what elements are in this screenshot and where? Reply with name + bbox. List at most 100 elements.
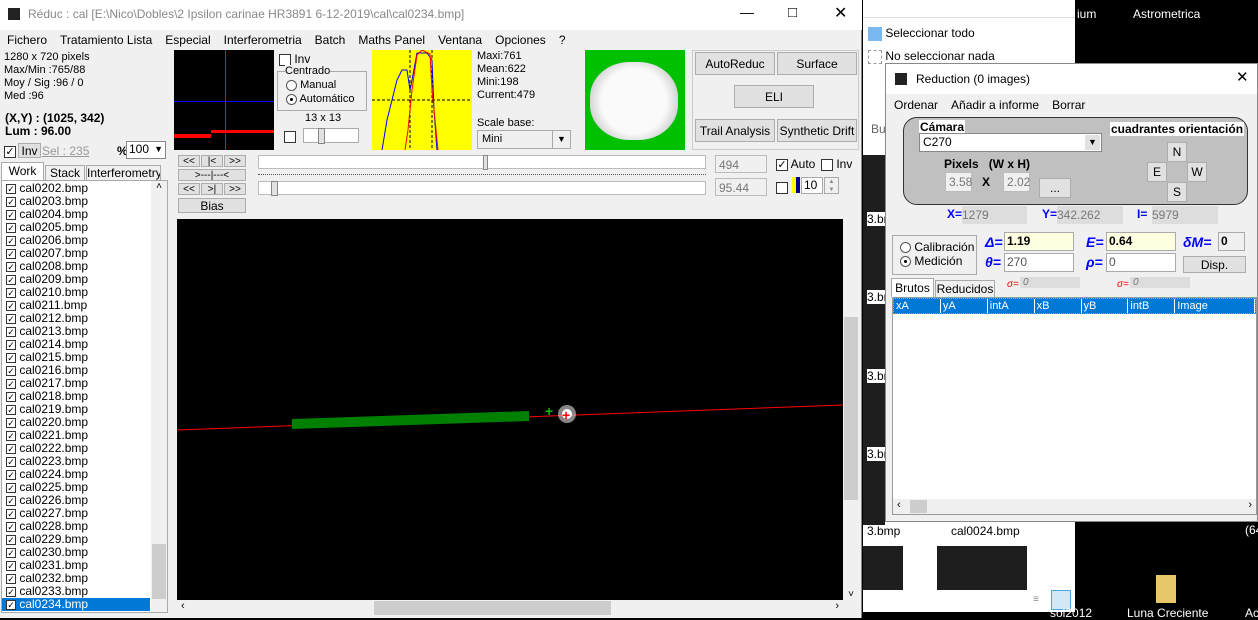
trail-analysis-button[interactable]: Trail Analysis bbox=[695, 119, 775, 142]
file-checkbox[interactable]: ✓ bbox=[6, 209, 16, 220]
spin-value[interactable]: 10 bbox=[801, 177, 823, 194]
rho-input[interactable]: 0 bbox=[1106, 253, 1176, 272]
north-button[interactable]: N bbox=[1167, 142, 1187, 162]
more-button[interactable]: ... bbox=[1039, 178, 1071, 198]
file-checkbox[interactable]: ✓ bbox=[6, 274, 16, 285]
column-header[interactable]: Image bbox=[1175, 299, 1256, 313]
menu-tratamiento[interactable]: Tratamiento Lista bbox=[60, 33, 152, 47]
file-checkbox[interactable]: ✓ bbox=[6, 378, 16, 389]
scroll-left-icon[interactable]: ‹ bbox=[181, 600, 185, 612]
contrast-slider[interactable] bbox=[258, 181, 706, 196]
spin-buttons[interactable]: ▲ ▼ bbox=[824, 177, 839, 194]
e-input[interactable]: 0.64 bbox=[1106, 232, 1176, 251]
file-checkbox[interactable]: ✓ bbox=[6, 521, 16, 532]
file-checkbox[interactable]: ✓ bbox=[6, 534, 16, 545]
file-checkbox[interactable]: ✓ bbox=[6, 287, 16, 298]
nav-next-button[interactable]: >> bbox=[224, 155, 246, 167]
menu-ordenar[interactable]: Ordenar bbox=[894, 98, 938, 112]
eli-button[interactable]: ELI bbox=[734, 85, 814, 108]
south-button[interactable]: S bbox=[1167, 182, 1187, 202]
pixel-width[interactable]: 3.58 bbox=[945, 172, 972, 192]
minimize-button[interactable]: — bbox=[740, 4, 754, 20]
menu-fichero[interactable]: Fichero bbox=[7, 33, 47, 47]
file-checkbox[interactable]: ✓ bbox=[6, 482, 16, 493]
file-checkbox[interactable]: ✓ bbox=[6, 300, 16, 311]
file-checkbox[interactable]: ✓ bbox=[6, 248, 16, 259]
scroll-left-icon[interactable]: ‹ bbox=[897, 499, 901, 511]
file-checkbox[interactable]: ✓ bbox=[6, 222, 16, 233]
menu-borrar[interactable]: Borrar bbox=[1052, 98, 1085, 112]
file-checkbox[interactable]: ✓ bbox=[6, 261, 16, 272]
menu-especial[interactable]: Especial bbox=[165, 33, 210, 47]
radio-calibracion[interactable]: Calibración bbox=[900, 240, 974, 254]
close-button[interactable]: ✕ bbox=[834, 3, 847, 23]
column-header[interactable]: yA bbox=[941, 299, 988, 313]
brightness-slider[interactable] bbox=[258, 155, 706, 170]
maximize-button[interactable]: □ bbox=[788, 4, 797, 21]
file-checkbox[interactable]: ✓ bbox=[6, 547, 16, 558]
radio-medicion[interactable]: Medición bbox=[900, 254, 962, 268]
nav-end-button[interactable]: >| bbox=[201, 183, 223, 195]
thumbnail-cal0024[interactable] bbox=[937, 546, 1027, 590]
file-checkbox[interactable]: ✓ bbox=[6, 573, 16, 584]
box-size-slider[interactable] bbox=[303, 128, 359, 144]
pixel-height[interactable]: 2.02 bbox=[1003, 172, 1030, 192]
column-header[interactable]: intA bbox=[988, 299, 1035, 313]
camara-select[interactable]: C270 ▼ bbox=[919, 133, 1102, 152]
select-all-item[interactable]: Seleccionar todo bbox=[868, 26, 975, 41]
bias-button[interactable]: Bias bbox=[178, 198, 246, 213]
disp-button[interactable]: Disp. bbox=[1183, 256, 1246, 273]
nav-start-button[interactable]: |< bbox=[201, 155, 223, 167]
file-list[interactable]: ✓ cal0202.bmp ✓ cal0203.bmp ✓ cal0204.bmp ✓… bbox=[1, 180, 168, 613]
column-header[interactable]: yB bbox=[1082, 299, 1129, 313]
file-checkbox[interactable]: ✓ bbox=[6, 560, 16, 571]
inv-button[interactable]: Inv bbox=[18, 143, 41, 158]
file-checkbox[interactable]: ✓ bbox=[6, 326, 16, 337]
image-hscrollbar[interactable]: ‹ › bbox=[177, 600, 843, 616]
east-button[interactable]: E bbox=[1147, 162, 1167, 182]
image-canvas[interactable]: + + bbox=[176, 219, 844, 600]
file-checkbox[interactable]: ✓ bbox=[6, 599, 16, 610]
select-none-item[interactable]: No seleccionar nada bbox=[868, 49, 995, 64]
details-view-icon[interactable]: ≡ bbox=[1033, 594, 1039, 605]
theta-input[interactable]: 270 bbox=[1004, 253, 1074, 272]
tab-interferometry[interactable]: Interferometry bbox=[86, 165, 161, 180]
column-header[interactable]: intB bbox=[1128, 299, 1176, 313]
tab-brutos[interactable]: Brutos bbox=[891, 278, 934, 297]
file-checkbox[interactable]: ✓ bbox=[6, 365, 16, 376]
zoom-select[interactable]: 100 ▼ bbox=[126, 141, 166, 159]
menu-ventana[interactable]: Ventana bbox=[438, 33, 482, 47]
color-checkbox[interactable] bbox=[776, 180, 788, 194]
nav-first-button[interactable]: << bbox=[178, 155, 200, 167]
desktop-icon-label[interactable]: ium bbox=[1077, 7, 1096, 21]
tab-work[interactable]: Work bbox=[1, 162, 44, 180]
file-checkbox[interactable]: ✓ bbox=[6, 196, 16, 207]
file-checkbox[interactable]: ✓ bbox=[6, 469, 16, 480]
list-scrollbar[interactable]: ˄ bbox=[151, 181, 167, 612]
menu-interferometria[interactable]: Interferometria bbox=[224, 33, 302, 47]
synthetic-drift-button[interactable]: Synthetic Drift bbox=[777, 119, 857, 142]
autoreduc-button[interactable]: AutoReduc bbox=[695, 52, 775, 75]
close-button[interactable]: ✕ bbox=[1236, 68, 1249, 86]
thumbnail-dark[interactable] bbox=[863, 546, 903, 590]
scale-base-select[interactable]: Mini ▼ bbox=[477, 130, 571, 149]
file-checkbox[interactable]: ✓ bbox=[6, 235, 16, 246]
centrado-inv-checkbox[interactable]: Inv bbox=[279, 52, 310, 66]
scroll-down-icon[interactable]: ˅ bbox=[843, 589, 859, 600]
file-list-item[interactable]: ✓ cal0234.bmp bbox=[2, 598, 150, 611]
menu-help[interactable]: ? bbox=[559, 33, 566, 47]
image-vscrollbar[interactable]: ˅ bbox=[843, 219, 859, 600]
results-table[interactable]: xA yA intA xB yB intB Image ‹ › bbox=[892, 297, 1257, 515]
scroll-thumb[interactable] bbox=[152, 544, 166, 599]
tab-reducidos[interactable]: Reducidos bbox=[935, 280, 995, 297]
menu-anadir[interactable]: Añadir a informe bbox=[951, 98, 1039, 112]
file-checkbox[interactable]: ✓ bbox=[6, 456, 16, 467]
delta-input[interactable]: 1.19 bbox=[1004, 232, 1074, 251]
file-checkbox[interactable]: ✓ bbox=[6, 352, 16, 363]
file-checkbox[interactable]: ✓ bbox=[6, 417, 16, 428]
west-button[interactable]: W bbox=[1187, 162, 1207, 182]
file-checkbox[interactable]: ✓ bbox=[6, 183, 16, 194]
menu-batch[interactable]: Batch bbox=[315, 33, 346, 47]
file-checkbox[interactable]: ✓ bbox=[6, 495, 16, 506]
file-checkbox[interactable]: ✓ bbox=[6, 586, 16, 597]
